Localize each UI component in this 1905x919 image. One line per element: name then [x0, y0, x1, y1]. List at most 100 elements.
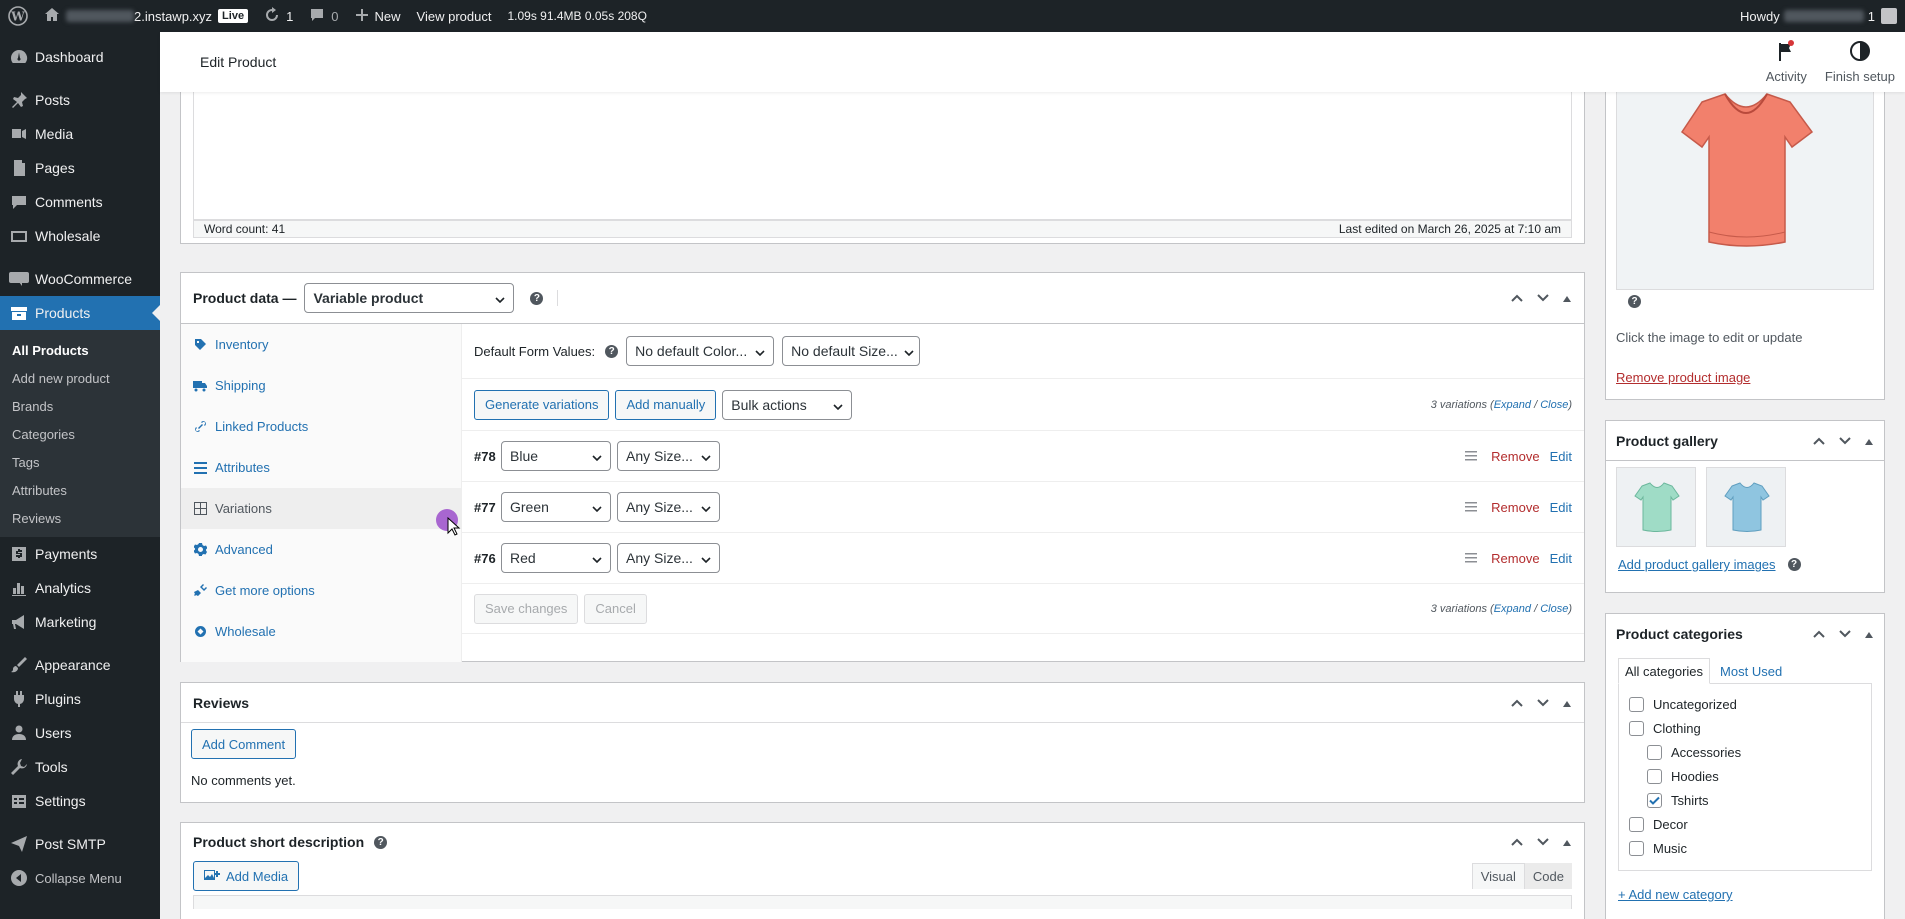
- sidebar-item-appearance[interactable]: Appearance: [0, 648, 160, 682]
- submenu-add-new-product[interactable]: Add new product: [0, 365, 160, 393]
- tab-attributes[interactable]: Attributes: [181, 447, 461, 488]
- tab-shipping[interactable]: Shipping: [181, 365, 461, 406]
- sidebar-item-wholesale[interactable]: Wholesale: [0, 219, 160, 253]
- remove-variation-link[interactable]: Remove: [1491, 449, 1539, 464]
- expand-link[interactable]: Expand: [1494, 603, 1531, 615]
- category-item[interactable]: Music: [1629, 836, 1861, 860]
- wordpress-logo-icon[interactable]: W: [0, 0, 36, 32]
- finish-setup-button[interactable]: Finish setup: [1825, 40, 1895, 84]
- category-item[interactable]: Accessories: [1629, 740, 1861, 764]
- query-monitor-link[interactable]: 1.09s 91.4MB 0.05s 208Q: [499, 0, 654, 32]
- sidebar-item-plugins[interactable]: Plugins: [0, 682, 160, 716]
- add-manually-button[interactable]: Add manually: [615, 389, 717, 420]
- checkbox[interactable]: [1629, 816, 1644, 832]
- product-type-select[interactable]: Variable product: [304, 283, 515, 313]
- tab-advanced[interactable]: Advanced: [181, 529, 461, 570]
- submenu-all-products[interactable]: All Products: [0, 337, 160, 365]
- submenu-brands[interactable]: Brands: [0, 393, 160, 421]
- my-account-link[interactable]: Howdy 1: [1732, 0, 1905, 32]
- checkbox[interactable]: [1629, 720, 1644, 736]
- category-item[interactable]: Tshirts: [1629, 788, 1861, 812]
- drag-handle-icon[interactable]: [1465, 500, 1478, 515]
- variation-color-select[interactable]: Blue: [501, 441, 611, 471]
- category-item[interactable]: Clothing: [1629, 716, 1861, 740]
- tab-inventory[interactable]: Inventory: [181, 324, 461, 365]
- checkbox-checked[interactable]: [1647, 792, 1662, 808]
- sidebar-item-users[interactable]: Users: [0, 716, 160, 750]
- tab-code[interactable]: Code: [1524, 863, 1572, 889]
- editor-content-area[interactable]: [193, 92, 1572, 220]
- sidebar-item-dashboard[interactable]: Dashboard: [0, 40, 160, 74]
- move-up-icon[interactable]: [1510, 834, 1524, 850]
- tab-most-used[interactable]: Most Used: [1710, 658, 1792, 684]
- close-link[interactable]: Close: [1540, 603, 1568, 615]
- product-image[interactable]: [1616, 92, 1874, 290]
- tab-get-more-options[interactable]: Get more options: [181, 570, 461, 611]
- generate-variations-button[interactable]: Generate variations: [474, 389, 610, 420]
- site-name-link[interactable]: 2.instawp.xyz Live: [36, 0, 256, 32]
- category-item[interactable]: Uncategorized: [1629, 692, 1861, 716]
- cancel-button[interactable]: Cancel: [584, 593, 647, 624]
- checkbox[interactable]: [1629, 840, 1644, 856]
- submenu-tags[interactable]: Tags: [0, 449, 160, 477]
- move-down-icon[interactable]: [1536, 834, 1550, 850]
- sidebar-item-media[interactable]: Media: [0, 117, 160, 151]
- sidebar-item-comments[interactable]: Comments: [0, 185, 160, 219]
- move-down-icon[interactable]: [1838, 626, 1852, 642]
- move-up-icon[interactable]: [1510, 290, 1524, 306]
- drag-handle-icon[interactable]: [1465, 551, 1478, 566]
- updates-link[interactable]: 1: [256, 0, 301, 32]
- submenu-attributes[interactable]: Attributes: [0, 477, 160, 505]
- tab-visual[interactable]: Visual: [1471, 863, 1525, 889]
- move-up-icon[interactable]: [1812, 626, 1826, 642]
- checkbox[interactable]: [1647, 768, 1662, 784]
- gallery-image-green-tshirt[interactable]: [1616, 467, 1696, 547]
- toggle-panel-icon[interactable]: [1562, 290, 1572, 306]
- move-down-icon[interactable]: [1536, 290, 1550, 306]
- save-changes-button[interactable]: Save changes: [474, 593, 579, 624]
- view-product-link[interactable]: View product: [409, 0, 500, 32]
- close-link[interactable]: Close: [1540, 399, 1568, 411]
- toggle-panel-icon[interactable]: [1562, 695, 1572, 711]
- move-down-icon[interactable]: [1838, 433, 1852, 449]
- submenu-reviews[interactable]: Reviews: [0, 505, 160, 533]
- edit-variation-link[interactable]: Edit: [1550, 449, 1572, 464]
- variation-size-select[interactable]: Any Size...: [617, 543, 720, 573]
- sidebar-item-analytics[interactable]: Analytics: [0, 571, 160, 605]
- expand-link[interactable]: Expand: [1494, 399, 1531, 411]
- help-icon[interactable]: ?: [374, 835, 388, 849]
- help-icon[interactable]: ?: [1628, 295, 1641, 308]
- add-comment-button[interactable]: Add Comment: [191, 729, 297, 759]
- move-down-icon[interactable]: [1536, 695, 1550, 711]
- sidebar-item-pages[interactable]: Pages: [0, 151, 160, 185]
- toggle-panel-icon[interactable]: [1864, 626, 1874, 642]
- sidebar-item-marketing[interactable]: Marketing: [0, 605, 160, 639]
- tab-linked-products[interactable]: Linked Products: [181, 406, 461, 447]
- sidebar-item-post-smtp[interactable]: Post SMTP: [0, 827, 160, 861]
- sidebar-item-tools[interactable]: Tools: [0, 750, 160, 784]
- help-icon[interactable]: ?: [530, 291, 544, 305]
- toggle-panel-icon[interactable]: [1562, 834, 1572, 850]
- checkbox[interactable]: [1647, 744, 1662, 760]
- move-up-icon[interactable]: [1510, 695, 1524, 711]
- add-gallery-images-link[interactable]: Add product gallery images: [1618, 557, 1776, 572]
- remove-variation-link[interactable]: Remove: [1491, 500, 1539, 515]
- edit-variation-link[interactable]: Edit: [1550, 551, 1572, 566]
- default-size-select[interactable]: No default Size...: [782, 336, 921, 366]
- help-icon[interactable]: ?: [605, 344, 619, 358]
- variation-size-select[interactable]: Any Size...: [617, 441, 720, 471]
- drag-handle-icon[interactable]: [1465, 449, 1478, 464]
- sidebar-item-posts[interactable]: Posts: [0, 83, 160, 117]
- tab-wholesale[interactable]: Wholesale: [181, 611, 461, 652]
- checkbox[interactable]: [1629, 696, 1644, 712]
- bulk-actions-select[interactable]: Bulk actions: [722, 389, 853, 420]
- remove-product-image-link[interactable]: Remove product image: [1616, 370, 1750, 385]
- add-new-category-link[interactable]: + Add new category: [1618, 887, 1872, 902]
- category-item[interactable]: Hoodies: [1629, 764, 1861, 788]
- help-icon[interactable]: ?: [1787, 558, 1801, 571]
- category-item[interactable]: Decor: [1629, 812, 1861, 836]
- tab-all-categories[interactable]: All categories: [1618, 658, 1711, 684]
- sidebar-item-woocommerce[interactable]: WooCommerce: [0, 262, 160, 296]
- variation-color-select[interactable]: Red: [501, 543, 611, 573]
- sidebar-item-settings[interactable]: Settings: [0, 784, 160, 818]
